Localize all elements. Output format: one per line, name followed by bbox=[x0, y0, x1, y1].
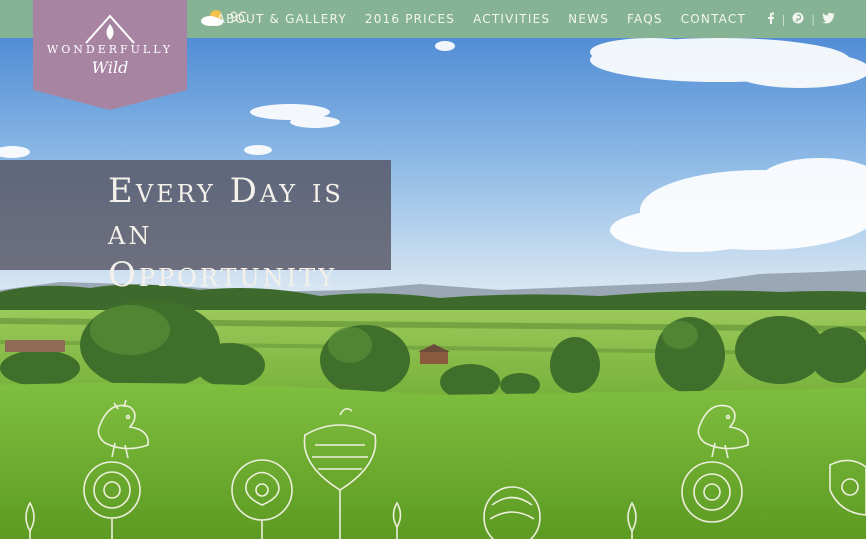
facebook-glyph bbox=[767, 12, 774, 24]
pinterest-icon[interactable] bbox=[792, 12, 804, 27]
facebook-icon[interactable] bbox=[767, 12, 775, 27]
flower-doodles bbox=[25, 399, 866, 539]
nav-item-news[interactable]: News bbox=[568, 12, 609, 26]
nav-item-faqs[interactable]: FAQs bbox=[627, 12, 663, 26]
brand-name-line1: WONDERFULLY bbox=[46, 43, 174, 56]
social-separator: | bbox=[811, 12, 815, 26]
social-links: | | bbox=[767, 0, 836, 38]
nav-item-prices[interactable]: 2016 Prices bbox=[365, 12, 455, 26]
nav-item-contact[interactable]: Contact bbox=[681, 12, 746, 26]
twitter-glyph bbox=[822, 12, 835, 23]
main-navigation: About & Gallery 2016 Prices Activities N… bbox=[217, 0, 746, 38]
nav-item-activities[interactable]: Activities bbox=[473, 12, 550, 26]
pinterest-glyph bbox=[792, 12, 804, 23]
twitter-icon[interactable] bbox=[822, 12, 836, 27]
hero-tagline-panel: Every Day is an Opportunity bbox=[0, 160, 391, 295]
hero-tagline-line2: Opportunity bbox=[108, 255, 338, 295]
nav-item-about-gallery[interactable]: About & Gallery bbox=[217, 12, 347, 26]
social-separator: | bbox=[781, 12, 786, 26]
hero-tagline-line1: Every Day is an bbox=[108, 171, 344, 253]
brand-name-line2: Wild bbox=[91, 58, 129, 77]
brand-logo[interactable]: WONDERFULLY Wild bbox=[33, 0, 187, 110]
hero-tagline: Every Day is an Opportunity bbox=[108, 170, 388, 296]
